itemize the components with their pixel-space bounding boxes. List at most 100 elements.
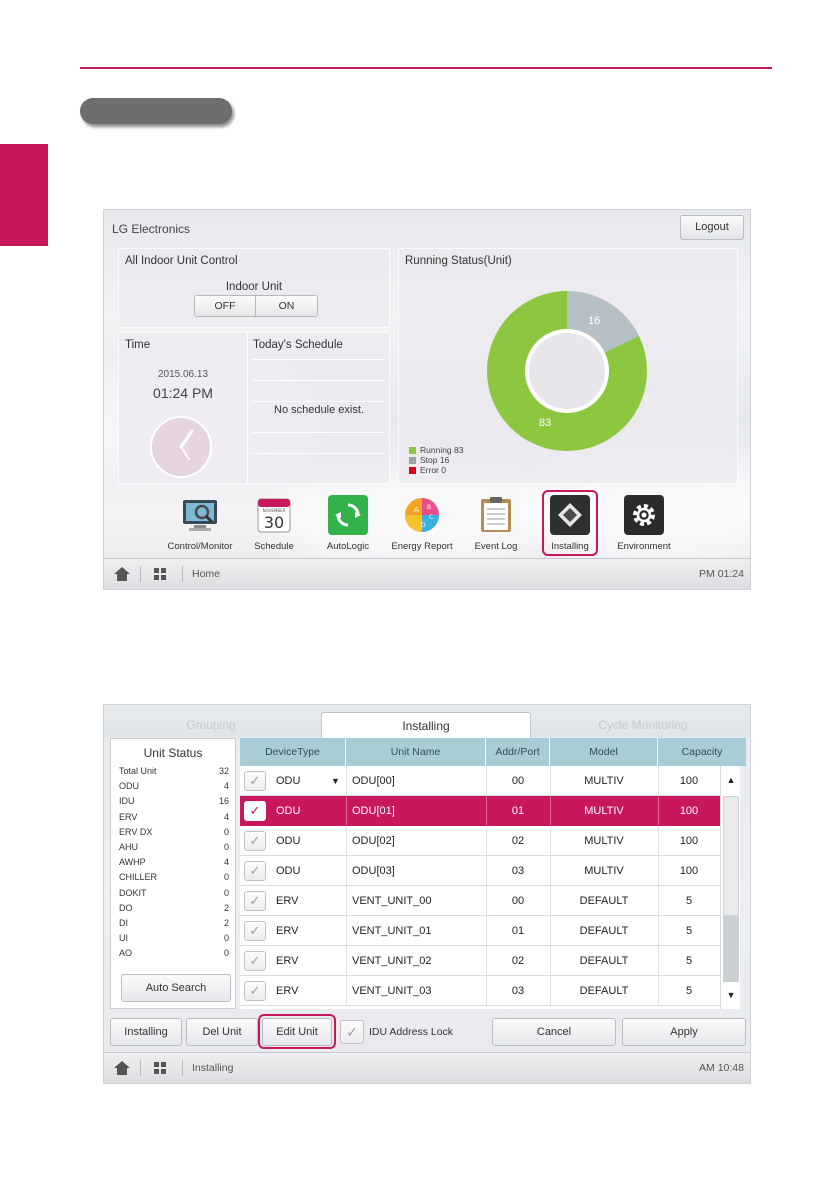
table-row-selected[interactable]: ✓ ODU ODU[01] 01 MULTIV 100 <box>240 796 720 826</box>
unit-status-list: Total Unit 32 ODU 4 IDU 16 ERV 4 ERV DX 0 AHU… <box>119 764 229 962</box>
del-unit-button[interactable]: Del Unit <box>186 1018 258 1046</box>
cell-addr: 00 <box>511 895 525 907</box>
legend-label: Stop 16 <box>420 455 450 465</box>
cell-unit-name: ODU[00] <box>352 775 395 787</box>
home-icon[interactable] <box>114 567 130 581</box>
on-button[interactable]: ON <box>256 295 318 317</box>
home-icon[interactable] <box>114 1061 130 1075</box>
table-row[interactable]: ✓ ODU ODU[02] 02 MULTIV 100 <box>240 826 720 856</box>
cell-capacity: 5 <box>685 955 693 967</box>
status-row: DOKIT 0 <box>119 886 229 901</box>
column-divider <box>346 946 347 975</box>
cell-device-type: ODU <box>276 835 301 847</box>
cell-device-type[interactable]: ODU <box>276 766 300 796</box>
column-header: Model <box>550 738 658 766</box>
cell-unit-name: VENT_UNIT_01 <box>352 925 432 937</box>
page-top-rule <box>80 67 772 69</box>
idu-address-lock-checkbox[interactable]: ✓ <box>340 1020 364 1044</box>
app-schedule[interactable]: NOVEMBER 30 Schedule <box>238 492 310 552</box>
selected-app-highlight <box>542 490 598 556</box>
row-checkbox[interactable]: ✓ <box>244 771 266 791</box>
legend-label: Running 83 <box>420 445 464 455</box>
table-scrollbar[interactable]: ▲ ▼ <box>720 766 740 1009</box>
status-value: 16 <box>218 796 229 807</box>
calendar-day-text: 30 <box>264 513 284 532</box>
scrollbar-thumb[interactable] <box>723 796 739 916</box>
cell-model: MULTIV <box>584 865 624 877</box>
idu-address-lock-label: IDU Address Lock <box>369 1026 454 1038</box>
row-checkbox[interactable]: ✓ <box>244 831 266 851</box>
row-checkbox[interactable]: ✓ <box>244 801 266 821</box>
table-row[interactable]: ✓ ODU ▼ ODU[00] 00 MULTIV 100 <box>240 766 720 796</box>
taskbar-separator <box>182 566 183 582</box>
status-value: 2 <box>223 918 229 929</box>
cell-device-type: ERV <box>276 925 299 937</box>
gear-icon <box>624 495 664 535</box>
scroll-up-icon[interactable]: ▲ <box>721 770 741 790</box>
scrollbar-track[interactable] <box>723 916 739 982</box>
row-checkbox[interactable]: ✓ <box>244 921 266 941</box>
installing-button[interactable]: Installing <box>110 1018 182 1046</box>
legend-swatch <box>409 466 416 474</box>
status-value: 4 <box>223 811 229 822</box>
table-row[interactable]: ✓ ERV VENT_UNIT_03 03 DEFAULT 5 <box>240 976 720 1006</box>
table-row[interactable]: ✓ ERV VENT_UNIT_02 02 DEFAULT 5 <box>240 946 720 976</box>
app-control-monitor[interactable]: Control/Monitor <box>164 492 236 552</box>
cell-addr: 03 <box>511 865 525 877</box>
column-divider <box>346 796 347 825</box>
app-environment[interactable]: Environment <box>608 492 680 552</box>
app-label: Event Log <box>474 541 518 552</box>
app-grid-icon[interactable] <box>154 568 166 580</box>
column-header: Unit Name <box>346 738 486 766</box>
donut-running-value: 83 <box>539 417 552 429</box>
cell-capacity: 100 <box>679 805 699 817</box>
cancel-button[interactable]: Cancel <box>492 1018 616 1046</box>
tab-bar: Grouping Installing Cycle Monitoring <box>104 705 750 738</box>
column-divider <box>346 826 347 855</box>
current-time: 01:24 PM <box>153 385 213 401</box>
calendar-icon: NOVEMBER 30 <box>254 495 294 535</box>
off-button[interactable]: OFF <box>194 295 256 317</box>
edit-unit-highlight <box>258 1014 336 1049</box>
app-grid-icon[interactable] <box>154 1062 166 1074</box>
app-label: Energy Report <box>391 541 453 552</box>
running-status-panel: Running Status(Unit) 16 83 Running 83 St… <box>398 248 738 484</box>
row-checkbox[interactable]: ✓ <box>244 981 266 1001</box>
schedule-title: Today's Schedule <box>253 339 343 351</box>
cell-model: MULTIV <box>584 835 624 847</box>
cell-addr: 01 <box>511 805 525 817</box>
table-row[interactable]: ✓ ERV VENT_UNIT_01 01 DEFAULT 5 <box>240 916 720 946</box>
cell-addr: 03 <box>511 985 525 997</box>
status-row: IDU 16 <box>119 794 229 809</box>
tab-cycle-monitoring[interactable]: Cycle Monitoring <box>548 712 738 738</box>
logout-button[interactable]: Logout <box>680 215 744 240</box>
auto-search-button[interactable]: Auto Search <box>121 974 231 1002</box>
status-label: DO <box>119 902 133 913</box>
app-event-log[interactable]: Event Log <box>460 492 532 552</box>
status-label: DOKIT <box>119 887 147 898</box>
row-checkbox[interactable]: ✓ <box>244 861 266 881</box>
tab-grouping[interactable]: Grouping <box>118 712 304 738</box>
monitor-icon <box>180 495 220 535</box>
table-row[interactable]: ✓ ODU ODU[03] 03 MULTIV 100 <box>240 856 720 886</box>
apply-button[interactable]: Apply <box>622 1018 746 1046</box>
running-status-title: Running Status(Unit) <box>405 255 512 267</box>
app-autologic[interactable]: AutoLogic <box>312 492 384 552</box>
scroll-down-icon[interactable]: ▼ <box>721 985 741 1005</box>
table-row[interactable]: ✓ ERV VENT_UNIT_00 00 DEFAULT 5 <box>240 886 720 916</box>
cell-addr: 01 <box>511 925 525 937</box>
status-row: ERV DX 0 <box>119 825 229 840</box>
row-checkbox[interactable]: ✓ <box>244 951 266 971</box>
taskbar: Home PM 01:24 <box>104 558 750 589</box>
schedule-line <box>253 359 385 360</box>
pie-letter-b: B <box>427 504 431 511</box>
status-label: IDU <box>119 796 135 807</box>
cell-capacity: 5 <box>685 985 693 997</box>
pie-letter-c: C <box>429 514 433 521</box>
app-energy-report[interactable]: A BCD Energy Report <box>386 492 458 552</box>
row-checkbox[interactable]: ✓ <box>244 891 266 911</box>
chevron-down-icon[interactable]: ▼ <box>331 766 340 796</box>
cell-capacity: 100 <box>679 775 699 787</box>
pie-letter-d: D <box>421 522 426 529</box>
tab-installing[interactable]: Installing <box>321 712 531 738</box>
